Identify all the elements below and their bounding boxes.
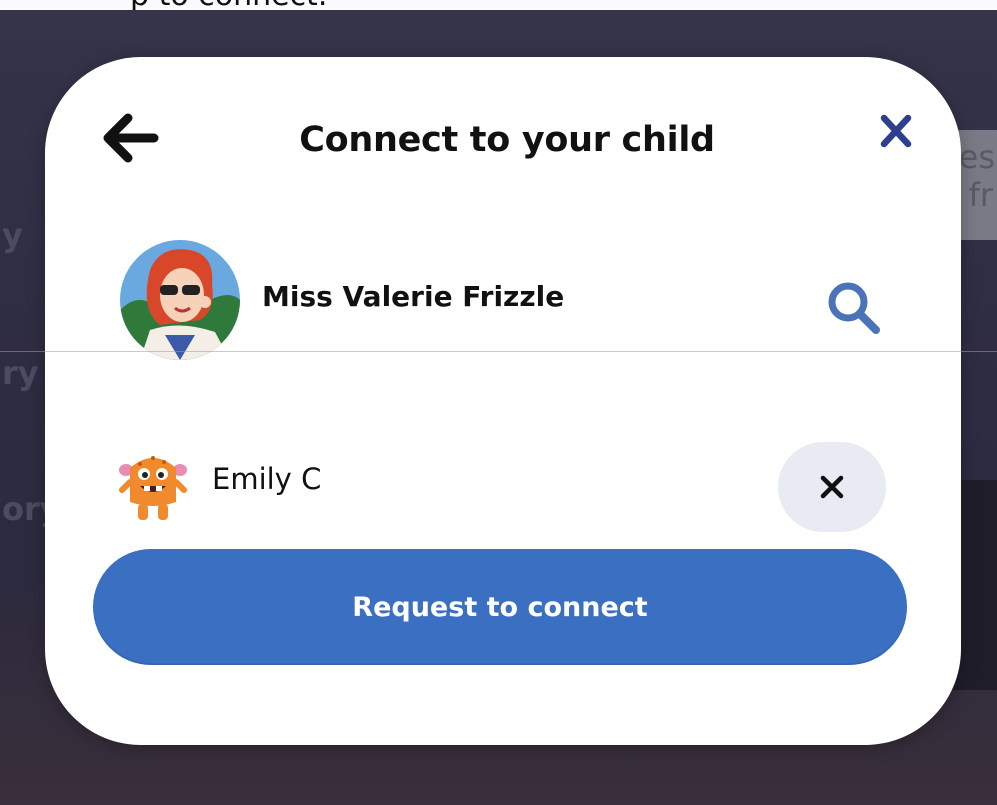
back-button[interactable]	[100, 108, 160, 168]
close-icon	[820, 475, 844, 499]
background-text-fragment: fr	[968, 176, 993, 214]
search-icon	[828, 282, 880, 334]
search-button[interactable]	[822, 276, 886, 340]
monster-avatar-icon	[118, 448, 188, 524]
arrow-left-icon	[103, 113, 159, 163]
close-modal-button[interactable]	[872, 108, 920, 156]
background-text-fragment: es	[958, 138, 995, 176]
teacher-name: Miss Valerie Frizzle	[262, 280, 565, 313]
teacher-avatar	[120, 240, 240, 360]
close-icon	[880, 114, 912, 148]
modal-title: Connect to your child	[299, 120, 715, 160]
remove-child-button[interactable]	[778, 442, 886, 532]
background-text-fragment: ry	[2, 354, 39, 392]
child-name: Emily C	[212, 462, 322, 496]
request-to-connect-button[interactable]: Request to connect	[93, 549, 907, 665]
background-text-fragment: y	[2, 216, 23, 254]
divider-line	[0, 351, 997, 352]
teacher-avatar-image	[120, 240, 240, 360]
